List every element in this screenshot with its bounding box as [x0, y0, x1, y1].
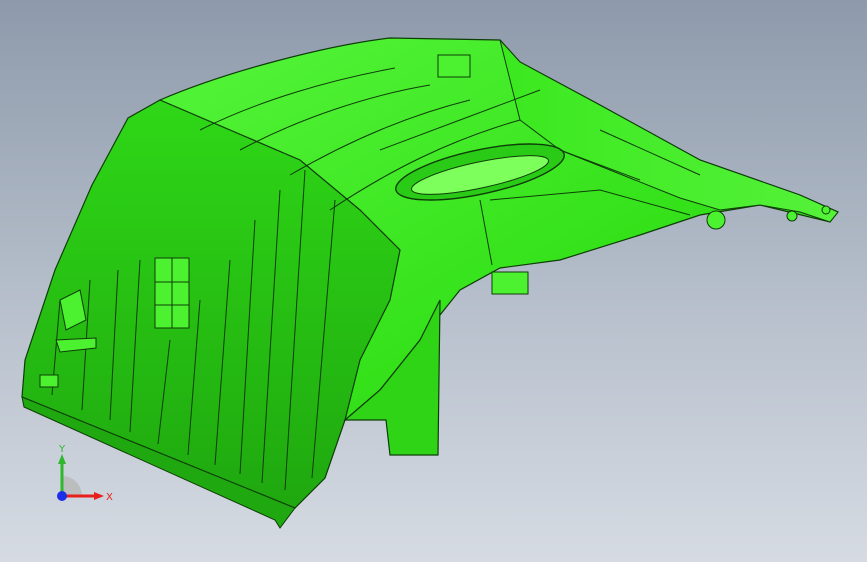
cad-3d-viewport[interactable]: Y X	[0, 0, 867, 562]
grid-boss	[154, 257, 190, 329]
z-axis-dot	[57, 491, 67, 501]
green-plastic-cover-part[interactable]	[0, 0, 867, 562]
y-axis-label: Y	[58, 444, 66, 455]
x-axis-label: X	[106, 492, 113, 503]
axis-triad: Y X	[57, 444, 113, 503]
